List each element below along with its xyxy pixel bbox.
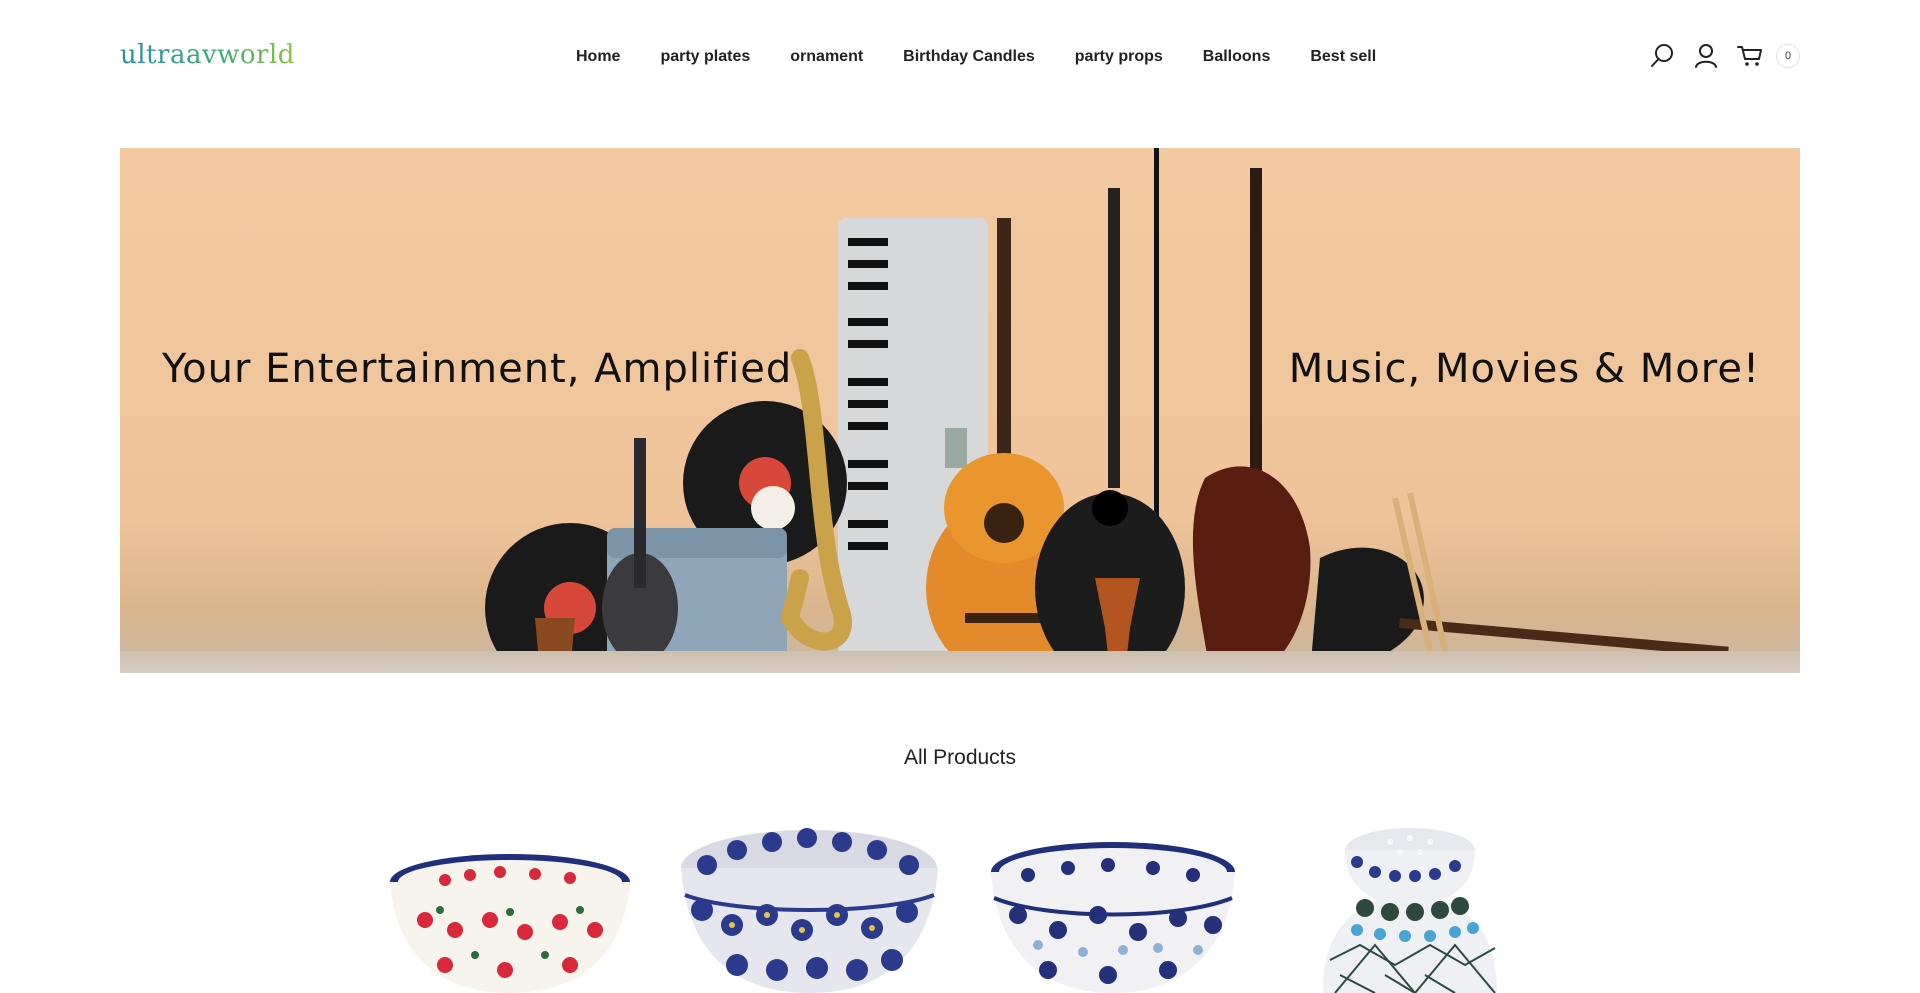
nav-home[interactable]: Home [576,48,620,66]
main-nav: Home party plates ornament Birthday Cand… [576,48,1416,66]
user-icon[interactable] [1692,42,1720,70]
product-image [991,842,1235,993]
nav-party-props[interactable]: party props [1075,48,1163,66]
header-icons: 0 [1632,42,1800,70]
product-card[interactable] [1315,820,1505,993]
nav-balloons[interactable]: Balloons [1203,48,1271,66]
instruments-illustration [485,148,1729,673]
banner-headline-left: Your Entertainment, Amplified [162,346,793,392]
site-header: ultraavworld Home party plates ornament … [0,0,1920,115]
banner-headline-right: Music, Movies & More! [1288,346,1760,392]
nav-best-sell[interactable]: Best sell [1310,48,1376,66]
site-logo[interactable]: ultraavworld [120,40,295,70]
search-icon[interactable] [1648,42,1676,70]
cart-count-badge: 0 [1776,44,1800,68]
product-card[interactable] [988,820,1238,993]
product-card[interactable] [677,820,942,993]
cart-icon[interactable] [1736,42,1764,70]
nav-ornament[interactable]: ornament [790,48,863,66]
hero-banner[interactable]: Your Entertainment, Amplified Music, Mov… [120,148,1800,673]
nav-birthday-candles[interactable]: Birthday Candles [903,48,1035,66]
section-title: All Products [903,746,1017,769]
product-image [1323,828,1497,993]
product-image [681,828,938,993]
banner-floor [120,651,1800,673]
nav-party-plates[interactable]: party plates [660,48,750,66]
product-card[interactable] [385,820,635,993]
product-image [390,854,630,993]
